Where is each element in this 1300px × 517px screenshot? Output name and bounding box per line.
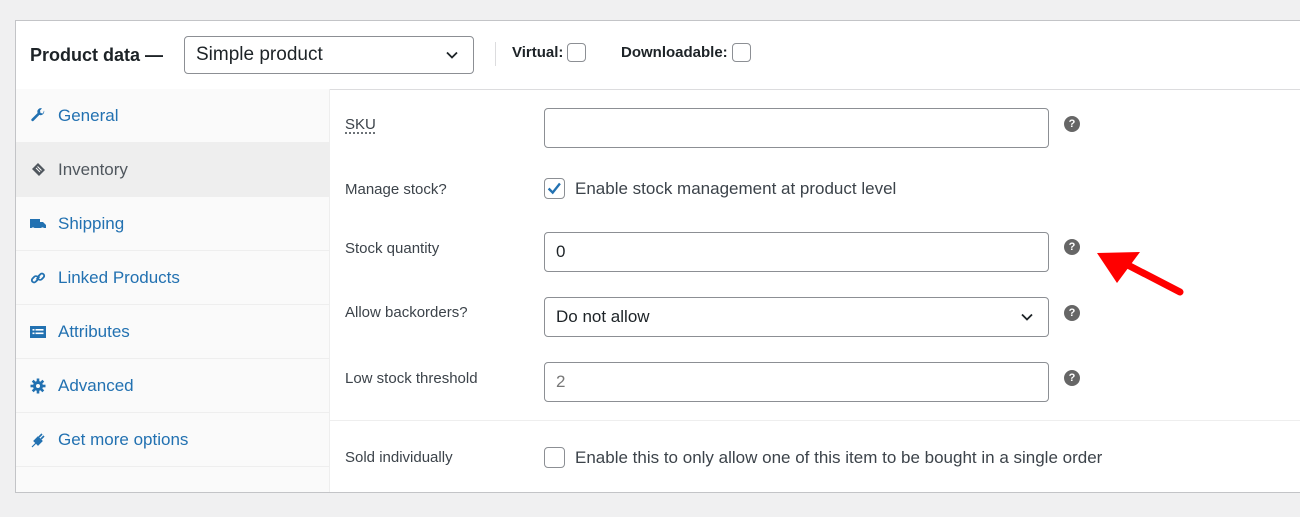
tab-label: General (58, 105, 119, 125)
product-data-header: Product data — Simple product Virtual: D… (16, 21, 1300, 90)
backorders-value: Do not allow (556, 307, 650, 326)
stock-quantity-label: Stock quantity (345, 240, 440, 257)
clipboard-tag-icon (30, 162, 46, 178)
chevron-down-icon (1021, 313, 1033, 321)
sold-individually-option[interactable]: Enable this to only allow one of this it… (544, 447, 1102, 468)
tab-label: Linked Products (58, 267, 180, 287)
list-card-icon (30, 324, 46, 340)
product-type-select[interactable]: Simple product (184, 36, 474, 74)
manage-stock-option[interactable]: Enable stock management at product level (544, 178, 896, 199)
downloadable-checkbox[interactable] (731, 43, 751, 62)
sku-label: SKU (345, 116, 376, 133)
low-stock-label: Low stock threshold (345, 370, 478, 387)
tab-attributes[interactable]: Attributes (16, 305, 329, 359)
section-divider (330, 420, 1300, 421)
tab-label: Inventory (58, 159, 128, 179)
backorders-select[interactable]: Do not allow (544, 297, 1049, 337)
tab-get-more-options[interactable]: Get more options (16, 413, 329, 467)
gear-icon (30, 378, 46, 394)
truck-icon (30, 216, 46, 232)
low-stock-input[interactable]: 2 (544, 362, 1049, 402)
product-type-value: Simple product (196, 44, 323, 65)
stock-quantity-help-icon[interactable]: ? (1064, 239, 1080, 255)
sold-individually-checkbox[interactable] (544, 447, 565, 468)
manage-stock-text: Enable stock management at product level (575, 178, 897, 198)
backorders-label: Allow backorders? (345, 304, 468, 321)
low-stock-help-icon[interactable]: ? (1064, 370, 1080, 386)
sku-help-icon[interactable]: ? (1064, 116, 1080, 132)
manage-stock-label: Manage stock? (345, 181, 447, 198)
tab-label: Attributes (58, 321, 130, 341)
tab-shipping[interactable]: Shipping (16, 197, 329, 251)
tab-label: Shipping (58, 213, 125, 233)
virtual-checkbox[interactable] (567, 43, 587, 62)
sold-individually-label: Sold individually (345, 449, 453, 466)
panel-title: Product data — (30, 44, 164, 65)
sku-input[interactable] (544, 108, 1049, 148)
backorders-help-icon[interactable]: ? (1064, 305, 1080, 321)
plug-icon (30, 432, 46, 448)
checkmark-icon (547, 182, 561, 195)
link-icon (30, 270, 46, 286)
tab-general[interactable]: General (16, 89, 329, 143)
sold-individually-text: Enable this to only allow one of this it… (575, 447, 1103, 467)
tab-label: Get more options (58, 429, 189, 449)
annotation-arrow-icon (1097, 252, 1184, 296)
downloadable-label: Downloadable: (621, 44, 728, 61)
chevron-down-icon (446, 51, 458, 59)
tab-advanced[interactable]: Advanced (16, 359, 329, 413)
header-separator (495, 42, 496, 66)
stock-quantity-input[interactable]: 0 (544, 232, 1049, 272)
virtual-label: Virtual: (512, 44, 564, 61)
tab-linked-products[interactable]: Linked Products (16, 251, 329, 305)
tab-label: Advanced (58, 375, 134, 395)
wrench-icon (30, 107, 46, 124)
manage-stock-checkbox[interactable] (544, 178, 565, 199)
downloadable-option[interactable]: Downloadable: (621, 43, 751, 62)
virtual-option[interactable]: Virtual: (512, 43, 587, 62)
tab-inventory[interactable]: Inventory (16, 143, 329, 197)
product-data-tabs: General Inventory Shipping Linked Produc… (16, 89, 330, 492)
